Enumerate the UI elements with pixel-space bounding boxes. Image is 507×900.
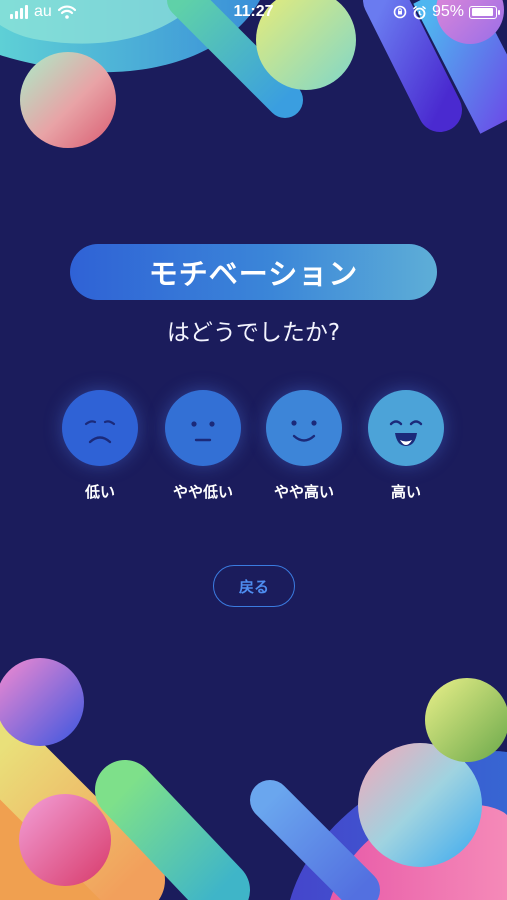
status-bar: au 11:27 95% xyxy=(0,0,507,26)
status-right: 95% xyxy=(393,3,500,21)
option-label: 低い xyxy=(84,483,115,501)
option-label: やや低い xyxy=(172,483,233,501)
option-somewhat-low[interactable]: やや低い xyxy=(153,390,253,502)
orientation-lock-icon xyxy=(393,5,407,19)
back-button[interactable]: 戻る xyxy=(213,565,295,607)
option-label: 高い xyxy=(390,483,421,501)
title-banner: モチベーション xyxy=(70,244,437,300)
option-label: やや高い xyxy=(273,483,334,501)
battery-fill xyxy=(471,8,493,16)
battery-icon xyxy=(469,5,500,19)
neutral-face-icon[interactable] xyxy=(165,390,241,466)
battery-percentage: 95% xyxy=(431,3,464,20)
grin-face-icon[interactable] xyxy=(368,390,444,466)
option-high[interactable]: 高い xyxy=(356,390,456,502)
question-subtitle: はどうでしたか? xyxy=(166,320,341,346)
smile-face-icon[interactable] xyxy=(266,390,342,466)
sad-face-icon[interactable] xyxy=(62,390,138,466)
bottom-decoration xyxy=(0,658,507,900)
option-low[interactable]: 低い xyxy=(50,390,150,502)
option-somewhat-high[interactable]: やや高い xyxy=(254,390,354,502)
alarm-icon xyxy=(413,5,426,19)
